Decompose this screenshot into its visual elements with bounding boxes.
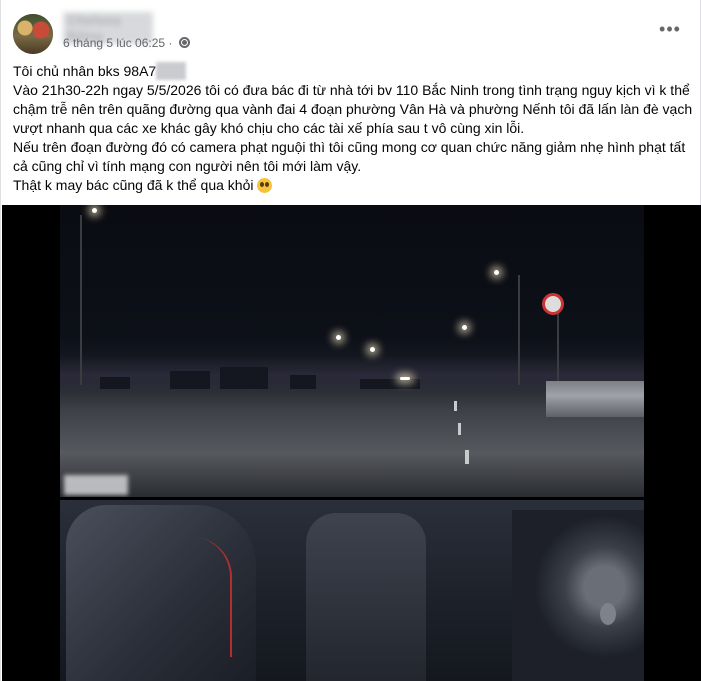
more-options-icon[interactable]: ••• [658,20,682,42]
road-sign-icon [542,293,564,315]
author-name[interactable]: Chelsea Đông [63,12,153,44]
post-line-4: Thật k may bác cũng đã k thể qua khỏi [13,176,693,195]
post-header: Chelsea Đông 6 tháng 5 lúc 06:25 · ••• [13,12,688,56]
post-text: Tôi chủ nhân bks 98A7 Vào 21h30-22h ngay… [13,62,693,195]
post-meta: 6 tháng 5 lúc 06:25 · [63,36,190,50]
post-timestamp[interactable]: 6 tháng 5 lúc 06:25 [63,36,165,50]
globe-icon[interactable] [178,37,190,48]
post-line-3: Nếu trên đoạn đường đó có camera phạt ng… [13,139,686,174]
guardrail [546,381,644,417]
pleading-face-emoji-icon [257,178,273,193]
driver [512,510,644,681]
post-line-1: Tôi chủ nhân bks 98A7 [13,62,693,81]
blurred-timestamp [64,475,128,495]
post-line-2: Vào 21h30-22h ngay 5/5/2026 tôi có đưa b… [13,82,693,136]
blurred-plate [156,62,187,80]
meta-separator: · [168,36,173,50]
dashcam-frame [60,205,644,681]
post-video[interactable] [2,205,701,681]
avatar[interactable] [13,14,53,54]
facebook-post: Chelsea Đông 6 tháng 5 lúc 06:25 · ••• T… [0,0,701,681]
